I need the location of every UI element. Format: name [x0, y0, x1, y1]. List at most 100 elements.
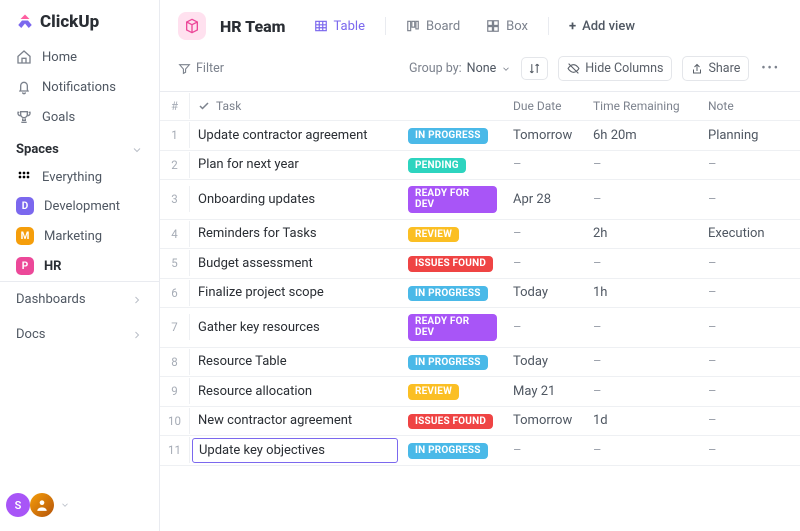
cell-remaining[interactable]: 2h	[585, 220, 700, 247]
nav-docs[interactable]: Docs	[0, 317, 159, 352]
nav-home[interactable]: Home	[0, 42, 159, 72]
table-row[interactable]: 4Reminders for TasksREVIEW–2hExecution	[160, 220, 800, 250]
filter-button[interactable]: Filter	[178, 61, 224, 76]
cell-due[interactable]: –	[505, 250, 585, 277]
cell-status[interactable]: ISSUES FOUND	[400, 249, 505, 278]
cell-due[interactable]: –	[505, 151, 585, 178]
cell-due[interactable]: –	[505, 314, 585, 341]
cell-task[interactable]: Reminders for Tasks	[190, 220, 400, 247]
space-item[interactable]: DDevelopment	[0, 191, 159, 221]
cell-note[interactable]: –	[700, 250, 790, 277]
cell-task[interactable]: Finalize project scope	[190, 279, 400, 306]
avatar[interactable]: S	[6, 493, 30, 517]
cell-note[interactable]: Planning	[700, 122, 790, 149]
cell-remaining[interactable]: –	[585, 151, 700, 178]
cell-note[interactable]: –	[700, 407, 790, 434]
table-row[interactable]: 6Finalize project scopeIN PROGRESSToday1…	[160, 279, 800, 309]
cell-task[interactable]: Resource Table	[190, 348, 400, 375]
share-button[interactable]: Share	[682, 56, 749, 81]
cell-remaining[interactable]: –	[585, 437, 700, 464]
cell-task[interactable]: Gather key resources	[190, 314, 400, 341]
table-row[interactable]: 3Onboarding updatesREADY FOR DEVApr 28––	[160, 180, 800, 220]
cell-due[interactable]: Today	[505, 348, 585, 375]
cell-due[interactable]: Tomorrow	[505, 407, 585, 434]
cell-task[interactable]: Update contractor agreement	[190, 122, 400, 149]
space-item[interactable]: MMarketing	[0, 221, 159, 251]
view-tab-table[interactable]: Table	[308, 15, 371, 38]
cell-task[interactable]: Resource allocation	[190, 378, 400, 405]
cell-note[interactable]: –	[700, 314, 790, 341]
table-row[interactable]: 7Gather key resourcesREADY FOR DEV–––	[160, 308, 800, 348]
cell-remaining[interactable]: –	[585, 250, 700, 277]
cell-status[interactable]: IN PROGRESS	[400, 348, 505, 377]
cell-due[interactable]: Tomorrow	[505, 122, 585, 149]
cell-status[interactable]: READY FOR DEV	[400, 180, 505, 219]
cell-task[interactable]: Onboarding updates	[190, 186, 400, 213]
table-row[interactable]: 5Budget assessmentISSUES FOUND–––	[160, 249, 800, 279]
nav-notifications[interactable]: Notifications	[0, 72, 159, 102]
table-row[interactable]: 11Update key objectivesIN PROGRESS–––	[160, 436, 800, 466]
cell-status[interactable]: REVIEW	[400, 220, 505, 249]
cell-number: 2	[160, 152, 190, 178]
cell-note[interactable]: Execution	[700, 220, 790, 247]
cell-status[interactable]: REVIEW	[400, 377, 505, 406]
space-item[interactable]: PHR	[0, 251, 159, 281]
cell-note[interactable]: –	[700, 186, 790, 213]
status-badge: IN PROGRESS	[408, 355, 488, 371]
col-number[interactable]: #	[160, 93, 190, 119]
col-remaining[interactable]: Time Remaining	[585, 93, 700, 119]
chevron-down-icon[interactable]	[60, 500, 70, 510]
cell-due[interactable]: Today	[505, 279, 585, 306]
cell-note[interactable]: –	[700, 151, 790, 178]
cell-status[interactable]: PENDING	[400, 151, 505, 180]
cell-remaining[interactable]: 1h	[585, 279, 700, 306]
trophy-icon	[16, 109, 32, 125]
cell-due[interactable]: –	[505, 437, 585, 464]
sort-button[interactable]	[521, 57, 548, 80]
cell-remaining[interactable]: 1d	[585, 407, 700, 434]
avatar[interactable]	[30, 493, 54, 517]
cell-status[interactable]: ISSUES FOUND	[400, 407, 505, 436]
view-tab-board[interactable]: Board	[400, 15, 466, 38]
col-task[interactable]: Task	[190, 93, 400, 119]
table-row[interactable]: 2Plan for next yearPENDING–––	[160, 151, 800, 181]
cell-remaining[interactable]: –	[585, 348, 700, 375]
table-row[interactable]: 8Resource TableIN PROGRESSToday––	[160, 348, 800, 378]
groupby-button[interactable]: Group by: None	[409, 61, 511, 76]
cell-note[interactable]: –	[700, 378, 790, 405]
table-row[interactable]: 1Update contractor agreementIN PROGRESST…	[160, 121, 800, 151]
cell-note[interactable]: –	[700, 348, 790, 375]
cell-task[interactable]: Update key objectives	[192, 438, 398, 463]
col-due[interactable]: Due Date	[505, 93, 585, 119]
space-everything[interactable]: Everything	[0, 163, 159, 191]
more-menu-button[interactable]: •••	[759, 61, 782, 76]
cell-due[interactable]: –	[505, 220, 585, 247]
view-tab-box[interactable]: Box	[480, 15, 534, 38]
add-view-button[interactable]: + Add view	[563, 15, 641, 38]
cell-status[interactable]: IN PROGRESS	[400, 121, 505, 150]
cell-task[interactable]: New contractor agreement	[190, 407, 400, 434]
table-row[interactable]: 9Resource allocationREVIEWMay 21––	[160, 377, 800, 407]
col-note[interactable]: Note	[700, 93, 790, 119]
hide-columns-button[interactable]: Hide Columns	[558, 56, 672, 81]
cell-task[interactable]: Plan for next year	[190, 151, 400, 178]
cell-note[interactable]: –	[700, 279, 790, 306]
cell-remaining[interactable]: –	[585, 314, 700, 341]
cell-status[interactable]: READY FOR DEV	[400, 308, 505, 347]
cell-task[interactable]: Budget assessment	[190, 250, 400, 277]
cell-status[interactable]: IN PROGRESS	[400, 279, 505, 308]
table-row[interactable]: 10New contractor agreementISSUES FOUNDTo…	[160, 407, 800, 437]
space-badge[interactable]	[178, 12, 206, 40]
cell-note[interactable]: –	[700, 437, 790, 464]
cell-due[interactable]: Apr 28	[505, 186, 585, 213]
nav-dashboards[interactable]: Dashboards	[0, 282, 159, 317]
cell-remaining[interactable]: 6h 20m	[585, 122, 700, 149]
brand-logo[interactable]: ClickUp	[0, 0, 159, 42]
cell-status[interactable]: IN PROGRESS	[400, 436, 505, 465]
cell-remaining[interactable]: –	[585, 186, 700, 213]
spaces-header[interactable]: Spaces	[0, 132, 159, 163]
nav-goals[interactable]: Goals	[0, 102, 159, 132]
home-icon	[16, 49, 32, 65]
cell-remaining[interactable]: –	[585, 378, 700, 405]
cell-due[interactable]: May 21	[505, 378, 585, 405]
